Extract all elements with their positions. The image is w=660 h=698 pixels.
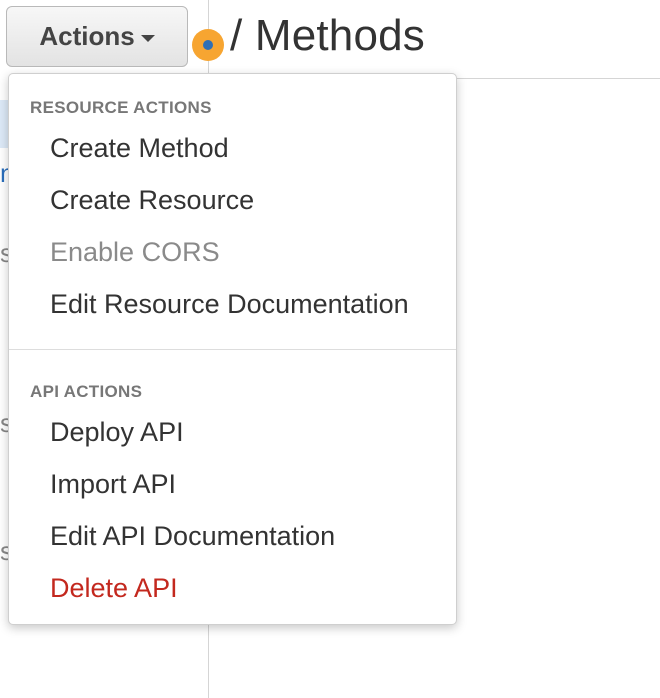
page-title: / Methods <box>230 11 426 60</box>
menu-item-edit-resource-documentation[interactable]: Edit Resource Documentation <box>50 287 409 321</box>
menu-item-import-api[interactable]: Import API <box>50 467 176 501</box>
menu-item-edit-api-documentation[interactable]: Edit API Documentation <box>50 519 335 553</box>
menu-item-delete-api[interactable]: Delete API <box>50 571 178 605</box>
menu-divider <box>9 349 456 350</box>
menu-item-enable-cors: Enable CORS <box>50 237 220 267</box>
actions-dropdown-menu: RESOURCE ACTIONS Create Method Create Re… <box>8 73 457 625</box>
actions-button[interactable]: Actions <box>6 6 188 67</box>
menu-item-create-method[interactable]: Create Method <box>50 131 229 165</box>
menu-section-header-api-actions: API ACTIONS <box>30 382 143 401</box>
menu-item-create-resource[interactable]: Create Resource <box>50 183 254 217</box>
menu-section-header-resource-actions: RESOURCE ACTIONS <box>30 98 212 117</box>
status-indicator-icon <box>192 29 224 61</box>
actions-button-label: Actions <box>39 21 135 51</box>
caret-down-icon <box>140 34 155 42</box>
menu-item-deploy-api[interactable]: Deploy API <box>50 415 184 449</box>
